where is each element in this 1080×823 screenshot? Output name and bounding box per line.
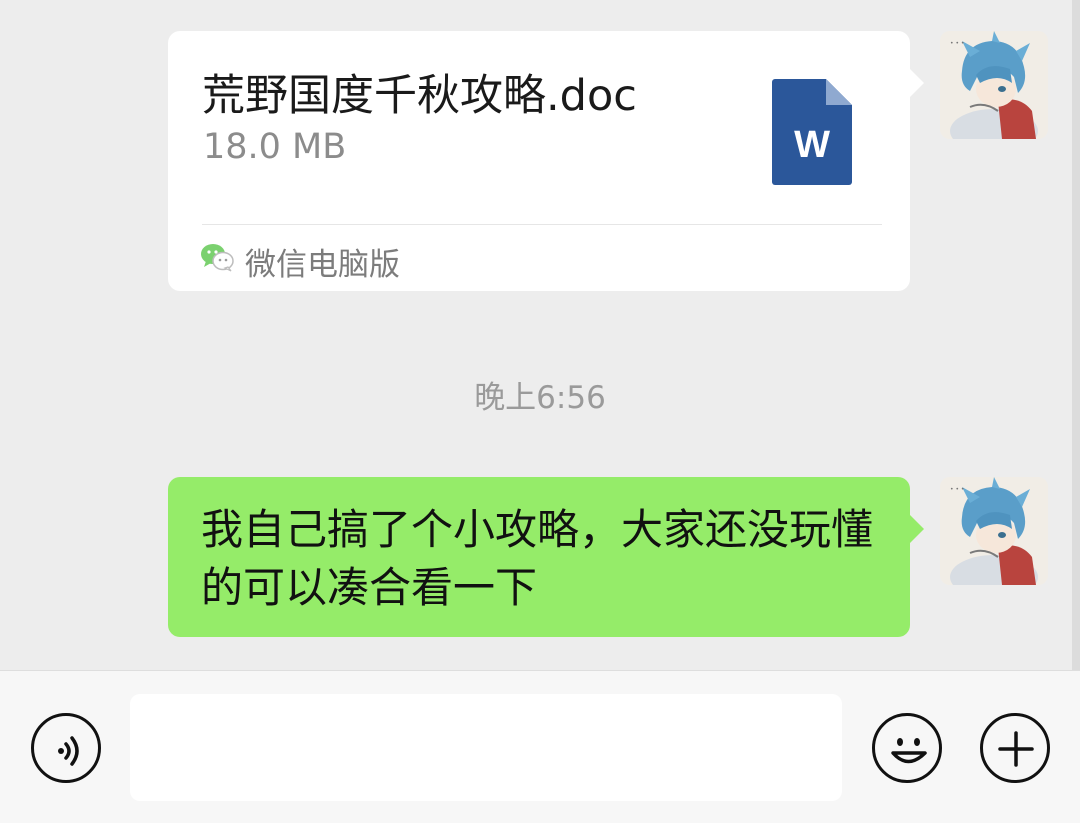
scrollbar[interactable] <box>1072 0 1080 670</box>
source-label: 微信电脑版 <box>245 247 400 283</box>
voice-button[interactable] <box>31 713 101 783</box>
word-icon-letter: W <box>794 124 830 166</box>
text-message-bubble[interactable]: 我自己搞了个小攻略，大家还没玩懂的可以凑合看一下 <box>168 477 924 637</box>
message-input[interactable] <box>130 694 842 801</box>
file-size: 18.0 MB <box>203 127 347 167</box>
card-divider <box>202 224 882 225</box>
plus-icon <box>998 731 1034 767</box>
file-name: 荒野国度千秋攻略.doc <box>202 71 637 121</box>
chat-area[interactable]: 荒野国度千秋攻略.doc 18.0 MB W 微信电脑版 • • • 晚上6:5… <box>0 0 1080 670</box>
emoji-icon <box>891 738 927 764</box>
avatar[interactable]: • • • <box>940 477 1048 585</box>
input-bar <box>0 670 1080 823</box>
message-timestamp: 晚上6:56 <box>474 380 606 416</box>
emoji-button[interactable] <box>872 713 942 783</box>
voice-icon <box>58 736 79 766</box>
word-document-icon: W <box>772 79 852 185</box>
avatar[interactable]: • • • <box>940 31 1048 139</box>
file-message-card[interactable]: 荒野国度千秋攻略.doc 18.0 MB W 微信电脑版 <box>168 31 924 291</box>
message-text: 我自己搞了个小攻略，大家还没玩懂的可以凑合看一下 <box>201 505 874 612</box>
svg-text:• • •: • • • <box>950 40 964 47</box>
add-button[interactable] <box>980 713 1050 783</box>
svg-text:• • •: • • • <box>950 486 964 493</box>
wechat-icon <box>200 242 234 272</box>
